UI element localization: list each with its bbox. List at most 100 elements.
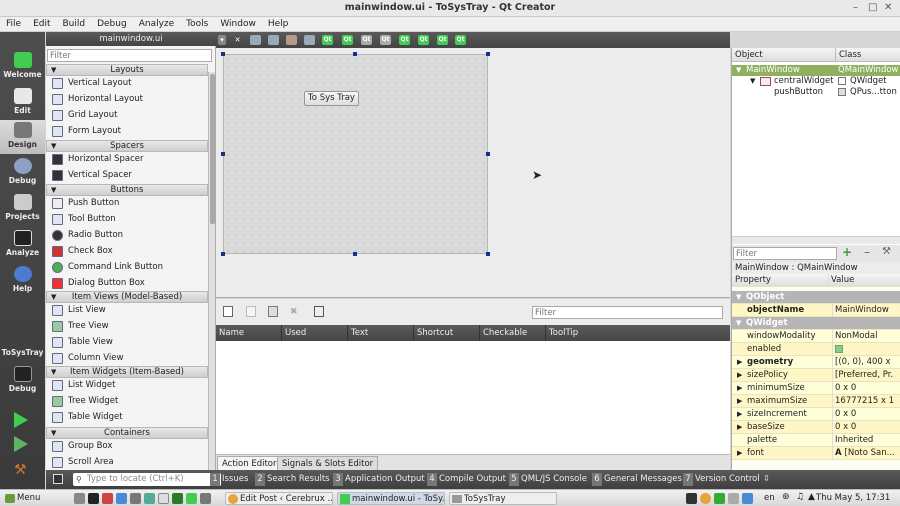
col-shortcut[interactable]: Shortcut [414, 325, 480, 341]
bluetooth-status-icon[interactable]: ⊛ [782, 492, 790, 502]
widget-form-layout[interactable]: Form Layout [46, 124, 208, 139]
expand-triangle-icon[interactable]: ▶ [737, 395, 742, 408]
expand-triangle-icon[interactable]: ▶ [737, 421, 742, 434]
tab-signals-slots-editor[interactable]: Signals & Slots Editor [277, 456, 379, 471]
widget-box-scrollbar[interactable] [208, 72, 215, 470]
col-text[interactable]: Text [348, 325, 414, 341]
break-layout-icon[interactable]: Qt [437, 35, 448, 45]
category-buttons[interactable]: ▼ Buttons [46, 184, 208, 196]
tray-app-icon[interactable] [686, 493, 697, 504]
widget-grid-layout[interactable]: Grid Layout [46, 108, 208, 123]
task-browser-window[interactable]: Edit Post ‹ Cerebrux ... [225, 492, 333, 505]
object-inspector-scrollbar[interactable] [732, 236, 900, 244]
checkbox-checked-icon[interactable] [835, 345, 843, 353]
kit-selector[interactable]: Debug [0, 364, 45, 398]
edit-signals-icon[interactable] [268, 35, 279, 45]
property-objectname[interactable]: objectName MainWindow [732, 304, 900, 317]
property-value[interactable]: NonModal [832, 330, 894, 343]
to-sys-tray-button[interactable]: To Sys Tray [304, 91, 359, 106]
widget-tree-view[interactable]: Tree View [46, 319, 208, 334]
resize-handle[interactable] [221, 52, 225, 56]
category-item-widgets[interactable]: ▼ Item Widgets (Item-Based) [46, 366, 208, 378]
hammer-icon[interactable]: ⚒ [14, 462, 30, 478]
property-value[interactable]: MainWindow [832, 304, 894, 317]
expand-triangle-icon[interactable]: ▶ [737, 408, 742, 421]
configure-wrench-icon[interactable]: ⚒ [882, 246, 891, 257]
new-action-icon[interactable] [223, 306, 233, 317]
resize-handle[interactable] [486, 252, 490, 256]
menu-help[interactable]: Help [262, 17, 295, 31]
scrollbar-thumb[interactable] [210, 74, 215, 224]
task-qt-creator-window[interactable]: mainwindow.ui - ToSy... [337, 492, 445, 505]
col-used[interactable]: Used [282, 325, 348, 341]
expand-triangle-icon[interactable]: ▶ [737, 447, 742, 460]
debug-run-icon[interactable] [14, 436, 28, 452]
menu-analyze[interactable]: Analyze [133, 17, 180, 31]
pane-chevron-icon[interactable]: ⇕ [762, 473, 770, 486]
property-geometry[interactable]: ▶ geometry [(0, 0), 400 x 30... [732, 356, 900, 369]
property-value[interactable]: [Preferred, Pr... [832, 369, 894, 382]
widget-table-widget[interactable]: Table Widget [46, 410, 208, 425]
mode-welcome[interactable]: Welcome [0, 50, 45, 84]
tray-shield-icon[interactable] [728, 493, 739, 504]
pane-search-results[interactable]: 2 Search Results [254, 473, 330, 486]
expand-triangle-icon[interactable]: ▶ [737, 382, 742, 395]
widget-column-view[interactable]: Column View [46, 351, 208, 366]
resize-handle[interactable] [486, 52, 490, 56]
widget-horizontal-spacer[interactable]: Horizontal Spacer [46, 152, 208, 167]
property-value[interactable]: 0 x 0 [832, 382, 894, 395]
bluetooth-icon[interactable] [742, 493, 753, 504]
keyboard-layout-indicator[interactable]: en [764, 493, 775, 503]
widget-filter-input[interactable] [47, 49, 212, 62]
pane-qml-console[interactable]: 5 QML/JS Console [508, 473, 587, 486]
property-basesize[interactable]: ▶ baseSize 0 x 0 [732, 421, 900, 434]
layout-form-icon[interactable]: Qt [418, 35, 429, 45]
terminal-icon[interactable] [88, 493, 99, 504]
run-icon[interactable] [14, 412, 28, 428]
mode-analyze[interactable]: Analyze [0, 228, 45, 262]
resize-handle[interactable] [486, 152, 490, 156]
adjust-size-icon[interactable]: Qt [455, 35, 466, 45]
paste-action-icon[interactable] [268, 306, 278, 317]
chevron-down-icon[interactable]: ▾ [218, 35, 226, 45]
tray-chrome-icon[interactable] [700, 493, 711, 504]
widget-dialog-button-box[interactable]: Dialog Button Box [46, 276, 208, 291]
copy-action-icon[interactable] [246, 306, 256, 317]
qt-creator-launcher-icon[interactable] [186, 493, 197, 504]
layout-vertical-icon[interactable]: Qt [342, 35, 353, 45]
app-launcher-icon[interactable] [116, 493, 127, 504]
network-icon[interactable]: ▲ [808, 492, 815, 502]
category-item-views[interactable]: ▼ Item Views (Model-Based) [46, 291, 208, 303]
locator-input[interactable]: ⚲ Type to locate (Ctrl+K) [73, 473, 221, 486]
menu-debug[interactable]: Debug [91, 17, 133, 31]
widget-command-link-button[interactable]: Command Link Button [46, 260, 208, 275]
col-class[interactable]: Class [836, 48, 900, 62]
property-palette[interactable]: palette Inherited [732, 434, 900, 447]
app-launcher-icon[interactable] [102, 493, 113, 504]
mode-design[interactable]: Design [0, 120, 45, 154]
close-document-icon[interactable]: ✕ [232, 35, 243, 45]
clock[interactable]: Thu May 5, 17:31 [816, 493, 890, 503]
resize-handle[interactable] [221, 252, 225, 256]
minimize-icon[interactable]: – [853, 2, 858, 13]
property-sizeincrement[interactable]: ▶ sizeIncrement 0 x 0 [732, 408, 900, 421]
col-object[interactable]: Object [732, 48, 836, 62]
widget-tree-widget[interactable]: Tree Widget [46, 394, 208, 409]
tray-check-icon[interactable] [714, 493, 725, 504]
property-minimumsize[interactable]: ▶ minimumSize 0 x 0 [732, 382, 900, 395]
add-dynamic-property-icon[interactable]: + [842, 245, 852, 259]
property-value[interactable]: Inherited [832, 434, 894, 447]
property-windowmodality[interactable]: windowModality NonModal [732, 330, 900, 343]
app-launcher-icon[interactable] [144, 493, 155, 504]
property-enabled[interactable]: enabled [732, 343, 900, 358]
widget-check-box[interactable]: Check Box [46, 244, 208, 259]
remove-property-icon[interactable]: – [864, 245, 870, 259]
mode-help[interactable]: Help [0, 264, 45, 298]
start-menu-button[interactable]: Menu [3, 492, 40, 505]
widget-tool-button[interactable]: Tool Button [46, 212, 208, 227]
property-value[interactable]: [(0, 0), 400 x 30... [832, 356, 894, 369]
pane-general-messages[interactable]: 6 General Messages [591, 473, 682, 486]
property-value[interactable]: A [Noto San... [832, 447, 894, 460]
app-launcher-icon[interactable] [172, 493, 183, 504]
property-maximumsize[interactable]: ▶ maximumSize 16777215 x 16... [732, 395, 900, 408]
